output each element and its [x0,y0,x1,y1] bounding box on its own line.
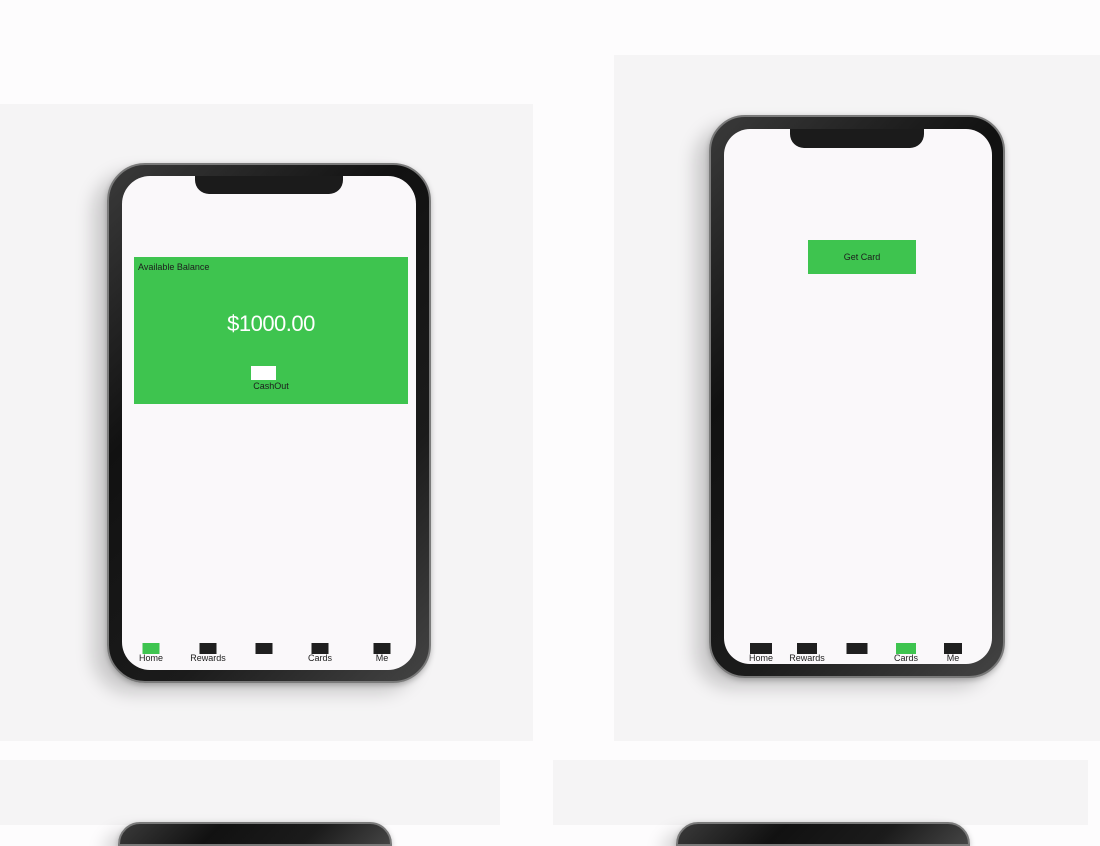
phone-cards: Get Card Home Rewards Cards Me [709,115,1005,678]
nav-label: Rewards [789,653,825,663]
nav-label: Me [946,653,960,663]
phone-notch [790,129,924,148]
nav-label: Home [138,653,163,663]
nav-me[interactable]: Me [356,643,408,669]
nav-cards[interactable]: Cards [880,643,932,664]
nav-middle[interactable] [831,643,883,664]
home-screen: Available Balance $1000.00 CashOut Home … [122,176,416,670]
phone-home: Available Balance $1000.00 CashOut Home … [107,163,431,683]
nav-me[interactable]: Me [927,643,979,664]
phone-bottom-left [118,822,392,846]
nav-label: Rewards [190,653,226,663]
nav-icon [255,643,273,654]
cashout-button[interactable] [251,366,276,380]
phone-bottom-right [676,822,970,846]
nav-middle[interactable] [238,643,290,669]
nav-label: Cards [307,653,332,663]
cards-screen: Get Card Home Rewards Cards Me [724,129,992,664]
get-card-button[interactable]: Get Card [808,240,916,274]
balance-label: Available Balance [138,262,210,272]
nav-label: Me [375,653,389,663]
phone-notch [195,176,343,194]
nav-rewards[interactable]: Rewards [182,643,234,669]
nav-rewards[interactable]: Rewards [781,643,833,664]
balance-card: Available Balance $1000.00 CashOut [134,257,408,404]
mockup-panel-bottom-right [553,760,1088,825]
balance-amount: $1000.00 [227,311,315,336]
mockup-panel-bottom-left [0,760,500,825]
cashout-label: CashOut [253,381,289,391]
nav-label: Cards [893,653,918,663]
nav-home[interactable]: Home [125,643,177,669]
nav-cards[interactable]: Cards [294,643,346,669]
nav-label: Home [748,653,773,663]
nav-icon [846,643,868,654]
nav-home[interactable]: Home [735,643,787,664]
